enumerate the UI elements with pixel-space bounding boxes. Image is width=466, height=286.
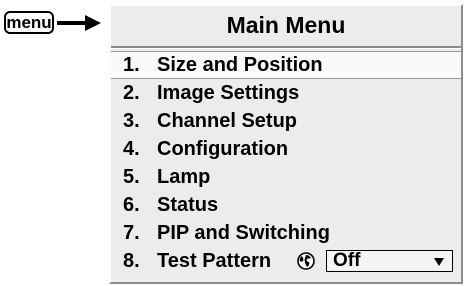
- menu-item-channel-setup[interactable]: 3. Channel Setup: [111, 107, 461, 135]
- test-pattern-select-value: Off: [333, 250, 361, 271]
- menu-item-number: 6.: [123, 194, 140, 216]
- chevron-down-icon: [434, 258, 444, 266]
- menu-item-configuration[interactable]: 4. Configuration: [111, 135, 461, 163]
- menu-item-label: Lamp: [157, 166, 211, 188]
- menu-item-status[interactable]: 6. Status: [111, 191, 461, 219]
- menu-item-pip-and-switching[interactable]: 7. PIP and Switching: [111, 219, 461, 247]
- menu-item-number: 2.: [123, 82, 140, 104]
- globe-icon: [297, 252, 315, 270]
- menu-item-number: 7.: [123, 222, 140, 244]
- menu-item-size-and-position[interactable]: 1. Size and Position: [111, 51, 461, 79]
- menu-key-button[interactable]: menu: [4, 11, 54, 34]
- main-menu-panel: Main Menu 1. Size and Position 2. Image …: [109, 4, 463, 284]
- menu-item-label: Size and Position: [157, 54, 323, 76]
- menu-item-lamp[interactable]: 5. Lamp: [111, 163, 461, 191]
- menu-item-image-settings[interactable]: 2. Image Settings: [111, 79, 461, 107]
- menu-item-label: PIP and Switching: [157, 222, 330, 244]
- menu-item-number: 3.: [123, 110, 140, 132]
- menu-title: Main Menu: [226, 12, 346, 38]
- menu-item-number: 4.: [123, 138, 140, 160]
- menu-item-label: Channel Setup: [157, 110, 298, 132]
- menu-item-label: Status: [157, 194, 219, 216]
- menu-item-number: 8.: [123, 250, 140, 272]
- menu-item-list: 1. Size and Position 2. Image Settings 3…: [111, 51, 461, 275]
- right-arrow-icon: [57, 15, 101, 31]
- menu-item-label: Image Settings: [157, 82, 300, 104]
- menu-item-label: Configuration: [157, 138, 289, 160]
- menu-item-label: Test Pattern: [157, 250, 272, 272]
- menu-item-number: 5.: [123, 166, 140, 188]
- menu-item-test-pattern[interactable]: 8. Test Pattern Off: [111, 247, 461, 275]
- title-divider: [111, 46, 461, 49]
- test-pattern-select[interactable]: Off: [326, 250, 453, 272]
- menu-item-number: 1.: [123, 54, 140, 76]
